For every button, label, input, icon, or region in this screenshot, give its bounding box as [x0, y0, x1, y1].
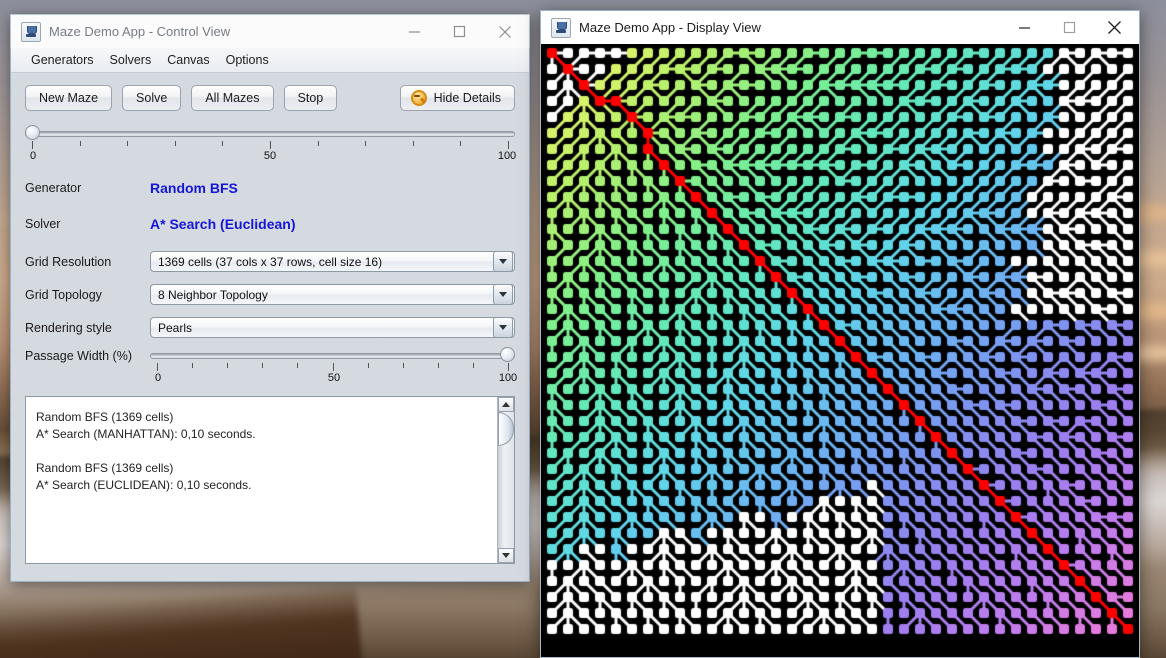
generator-value: Random BFS — [150, 180, 238, 196]
close-icon[interactable] — [1092, 12, 1137, 44]
speed-slider-ticks — [25, 141, 515, 150]
generator-row: Generator Random BFS — [25, 180, 515, 196]
menubar: Generators Solvers Canvas Options — [11, 48, 529, 73]
chevron-down-icon[interactable] — [493, 317, 513, 338]
passage-tick-100: 100 — [498, 372, 518, 384]
control-view-body: Generators Solvers Canvas Options New Ma… — [10, 48, 530, 582]
speed-tick-0: 0 — [29, 150, 37, 162]
grid-topology-row: Grid Topology 8 Neighbor Topology — [25, 284, 515, 305]
all-mazes-button[interactable]: All Mazes — [191, 85, 274, 111]
grid-topology-label: Grid Topology — [25, 287, 102, 302]
magnifier-minus-icon — [410, 90, 427, 106]
passage-width-slider-track[interactable] — [150, 353, 515, 359]
log-scroll-thumb[interactable] — [498, 412, 514, 446]
passage-tick-50: 50 — [327, 372, 341, 384]
display-view-window[interactable]: Maze Demo App - Display View — [540, 10, 1140, 658]
control-panel: New Maze Solve All Mazes Stop Hide Detai… — [11, 73, 529, 581]
menu-solvers[interactable]: Solvers — [102, 51, 160, 69]
rendering-style-select[interactable]: Pearls — [150, 317, 515, 338]
log-scrollbar[interactable] — [497, 397, 514, 563]
generator-label: Generator — [25, 181, 82, 195]
log-scroll-trough[interactable] — [498, 412, 514, 548]
menu-generators[interactable]: Generators — [23, 51, 102, 69]
grid-resolution-row: Grid Resolution 1369 cells (37 cols x 37… — [25, 251, 515, 272]
chevron-down-icon[interactable] — [493, 284, 513, 305]
grid-resolution-label: Grid Resolution — [25, 254, 112, 269]
speed-tick-100: 100 — [497, 150, 517, 162]
rendering-style-row: Rendering style Pearls — [25, 317, 515, 338]
passage-slider-tick-labels: 0 50 100 — [150, 372, 518, 386]
solver-label: Solver — [25, 217, 61, 231]
java-icon — [551, 17, 571, 38]
solve-button[interactable]: Solve — [122, 85, 182, 111]
speed-slider-track[interactable] — [25, 131, 515, 137]
grid-resolution-value: 1369 cells (37 cols x 37 rows, cell size… — [158, 254, 383, 269]
solver-value: A* Search (Euclidean) — [150, 216, 296, 232]
speed-slider[interactable] — [25, 125, 515, 141]
speed-slider-thumb[interactable] — [25, 125, 40, 140]
menu-canvas[interactable]: Canvas — [159, 51, 217, 69]
display-window-titlebar[interactable]: Maze Demo App - Display View — [540, 10, 1140, 44]
scroll-down-arrow[interactable] — [498, 548, 514, 563]
speed-tick-50: 50 — [263, 150, 277, 162]
log-panel[interactable]: Random BFS (1369 cells) A* Search (MANHA… — [25, 396, 515, 564]
passage-width-row: Passage Width (%) 0 50 100 — [25, 347, 518, 386]
rendering-style-value: Pearls — [158, 320, 193, 335]
grid-topology-select[interactable]: 8 Neighbor Topology — [150, 284, 515, 305]
maximize-icon[interactable] — [437, 16, 482, 48]
grid-topology-value: 8 Neighbor Topology — [158, 287, 268, 302]
passage-width-slider[interactable] — [150, 347, 515, 363]
hide-details-button[interactable]: Hide Details — [399, 85, 515, 111]
minimize-icon[interactable] — [1002, 12, 1047, 44]
control-window-title: Maze Demo App - Control View — [49, 24, 231, 39]
java-icon — [21, 21, 41, 42]
minimize-icon[interactable] — [392, 16, 437, 48]
speed-slider-tick-labels: 0 50 100 — [25, 150, 517, 164]
passage-width-slider-thumb[interactable] — [500, 347, 515, 362]
log-text: Random BFS (1369 cells) A* Search (MANHA… — [36, 410, 256, 492]
hide-details-label: Hide Details — [433, 91, 501, 105]
close-icon[interactable] — [482, 16, 527, 48]
stop-button[interactable]: Stop — [283, 85, 338, 111]
maze-canvas[interactable] — [541, 44, 1139, 657]
toolbar: New Maze Solve All Mazes Stop Hide Detai… — [25, 85, 515, 111]
maximize-icon[interactable] — [1047, 12, 1092, 44]
passage-slider-ticks — [150, 363, 515, 372]
menu-options[interactable]: Options — [218, 51, 277, 69]
passage-tick-0: 0 — [154, 372, 162, 384]
display-window-buttons — [1002, 11, 1137, 44]
grid-resolution-select[interactable]: 1369 cells (37 cols x 37 rows, cell size… — [150, 251, 515, 272]
passage-slider-group: 0 50 100 — [150, 347, 518, 386]
chevron-down-icon[interactable] — [493, 251, 513, 272]
passage-width-label: Passage Width (%) — [25, 349, 132, 363]
rendering-style-label: Rendering style — [25, 320, 112, 335]
control-window-buttons — [392, 15, 527, 48]
scroll-up-arrow[interactable] — [498, 397, 514, 412]
new-maze-button[interactable]: New Maze — [25, 85, 113, 111]
solver-row: Solver A* Search (Euclidean) — [25, 216, 515, 232]
display-window-title: Maze Demo App - Display View — [579, 20, 761, 35]
display-view-body — [540, 44, 1140, 658]
control-window-titlebar[interactable]: Maze Demo App - Control View — [10, 14, 530, 48]
speed-slider-group: 0 50 100 — [25, 125, 517, 164]
control-view-window[interactable]: Maze Demo App - Control View Generators … — [10, 14, 530, 582]
